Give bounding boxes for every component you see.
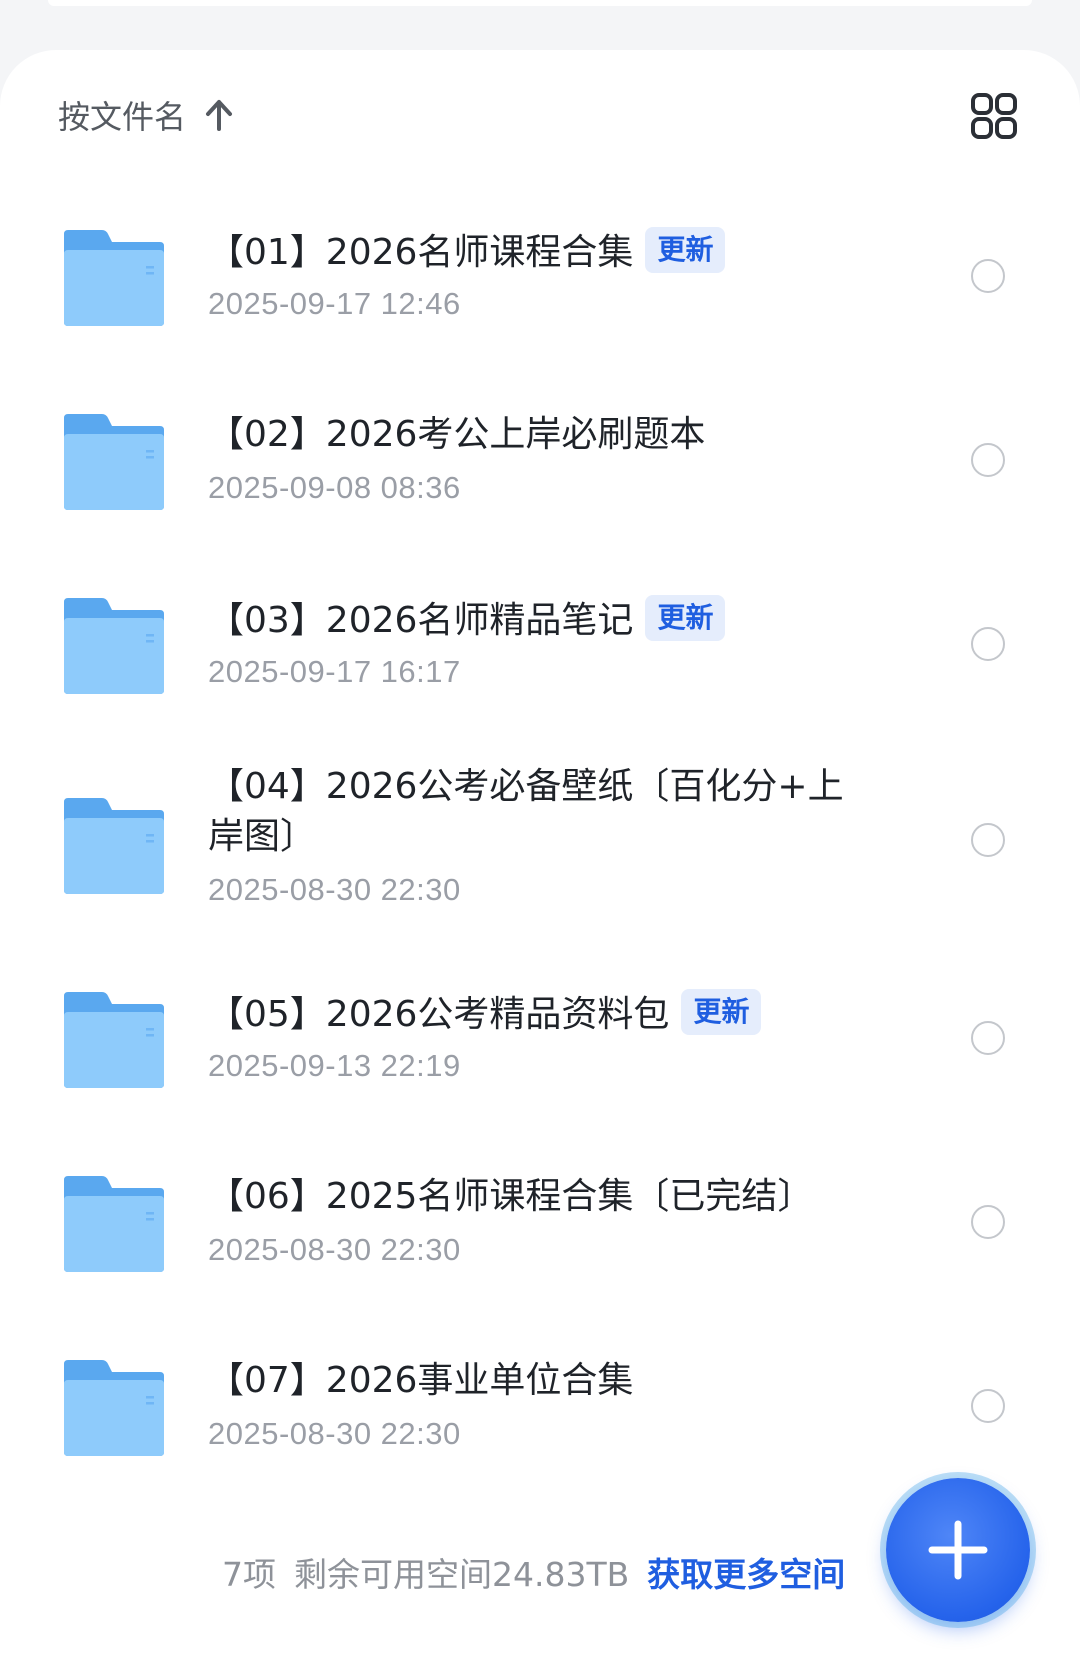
update-badge: 更新 bbox=[645, 227, 726, 273]
file-name: 【03】2026名师精品笔记 更新 bbox=[208, 595, 888, 646]
select-radio[interactable] bbox=[971, 1205, 1005, 1239]
list-item[interactable]: 【07】2026事业单位合集 2025-08-30 22:30 bbox=[0, 1330, 1080, 1490]
select-radio[interactable] bbox=[971, 823, 1005, 857]
file-name: 【05】2026公考精品资料包 更新 bbox=[208, 989, 888, 1040]
list-item[interactable]: 【04】2026公考必备壁纸〔百化分+上岸图〕 2025-08-30 22:30 bbox=[0, 766, 1080, 966]
modified-date: 2025-09-08 08:36 bbox=[208, 470, 461, 505]
folder-icon bbox=[64, 598, 164, 694]
sort-control[interactable]: 按文件名 bbox=[58, 90, 236, 140]
plus-icon bbox=[928, 1520, 988, 1580]
modified-date: 2025-08-30 22:30 bbox=[208, 1232, 461, 1267]
select-radio[interactable] bbox=[971, 443, 1005, 477]
folder-icon bbox=[64, 992, 164, 1088]
file-name: 【04】2026公考必备壁纸〔百化分+上岸图〕 bbox=[208, 766, 844, 857]
storage-footer: 7项 剩余可用空间24.83TB 获取更多空间 bbox=[222, 1548, 845, 1596]
update-badge: 更新 bbox=[645, 595, 726, 641]
list-item[interactable]: 【01】2026名师课程合集 更新 2025-09-17 12:46 bbox=[0, 200, 1080, 360]
select-radio[interactable] bbox=[971, 1389, 1005, 1423]
folder-icon bbox=[64, 1360, 164, 1456]
list-item[interactable]: 【03】2026名师精品笔记 更新 2025-09-17 16:17 bbox=[0, 568, 1080, 728]
file-name: 【01】2026名师课程合集 更新 bbox=[208, 227, 888, 278]
sort-label: 按文件名 bbox=[58, 98, 187, 136]
update-badge: 更新 bbox=[681, 989, 762, 1035]
storage-remaining: 剩余可用空间24.83TB bbox=[294, 1555, 630, 1594]
folder-icon bbox=[64, 798, 164, 894]
modified-date: 2025-08-30 22:30 bbox=[208, 872, 461, 907]
modified-date: 2025-08-30 22:30 bbox=[208, 1416, 461, 1451]
add-button[interactable] bbox=[886, 1478, 1030, 1622]
modified-date: 2025-09-17 12:46 bbox=[208, 286, 461, 321]
grid-view-icon[interactable] bbox=[970, 92, 1018, 140]
select-radio[interactable] bbox=[971, 259, 1005, 293]
list-item[interactable]: 【05】2026公考精品资料包 更新 2025-09-13 22:19 bbox=[0, 962, 1080, 1122]
modified-date: 2025-09-13 22:19 bbox=[208, 1048, 461, 1083]
file-name: 【06】2025名师课程合集〔已完结〕 bbox=[208, 1176, 814, 1217]
folder-icon bbox=[64, 230, 164, 326]
modified-date: 2025-09-17 16:17 bbox=[208, 654, 461, 689]
file-name: 【02】2026考公上岸必刷题本 bbox=[208, 414, 706, 455]
list-item[interactable]: 【06】2025名师课程合集〔已完结〕 2025-08-30 22:30 bbox=[0, 1146, 1080, 1306]
top-card-edge bbox=[48, 0, 1032, 6]
folder-icon bbox=[64, 1176, 164, 1272]
list-item[interactable]: 【02】2026考公上岸必刷题本 2025-09-08 08:36 bbox=[0, 384, 1080, 544]
folder-icon bbox=[64, 414, 164, 510]
select-radio[interactable] bbox=[971, 627, 1005, 661]
item-count: 7项 bbox=[222, 1555, 276, 1594]
file-name: 【07】2026事业单位合集 bbox=[208, 1360, 634, 1401]
select-radio[interactable] bbox=[971, 1021, 1005, 1055]
get-more-space-link[interactable]: 获取更多空间 bbox=[647, 1548, 845, 1596]
arrow-up-icon bbox=[206, 100, 233, 131]
